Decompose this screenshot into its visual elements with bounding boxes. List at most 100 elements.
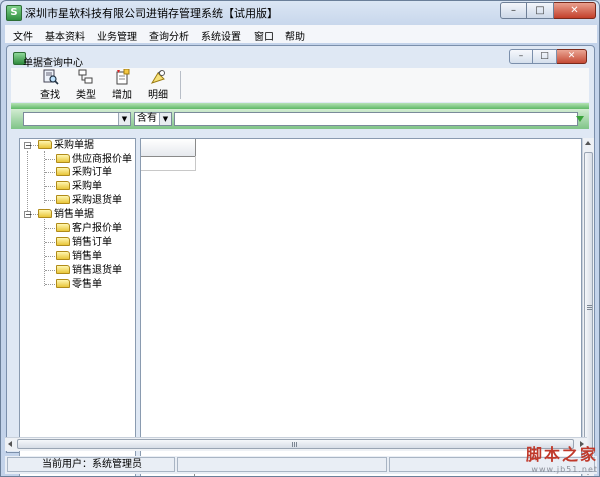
detail-icon xyxy=(150,70,165,84)
menu-system-settings[interactable]: 系统设置 xyxy=(201,28,241,43)
folder-icon xyxy=(56,237,70,246)
watermark-url: www.jb51.net xyxy=(531,465,598,474)
tree-node-label: 客户报价单 xyxy=(72,223,122,234)
document-grid[interactable] xyxy=(140,138,582,476)
tree-node-sales-bill[interactable]: 销售单 xyxy=(56,250,102,263)
tree-node-label: 销售订单 xyxy=(72,237,112,248)
detail-label: 明细 xyxy=(148,90,168,101)
add-button[interactable]: 增加 xyxy=(107,69,137,101)
folder-icon xyxy=(56,223,70,232)
grip-icon xyxy=(587,307,592,308)
tree-node-label: 采购订单 xyxy=(72,167,112,178)
status-pane xyxy=(177,457,387,472)
find-button[interactable]: 查找 xyxy=(35,69,65,101)
add-label: 增加 xyxy=(112,90,132,101)
grid-cell[interactable] xyxy=(141,156,196,171)
tree-node-label: 销售退货单 xyxy=(72,265,122,276)
grid-header-cell[interactable] xyxy=(141,139,196,157)
main-window: S 深圳市星软科技有限公司进销存管理系统【试用版】 – □ ✕ 文件 基本资料 … xyxy=(0,0,600,477)
menu-help[interactable]: 帮助 xyxy=(285,28,305,43)
tree-node-sales-return[interactable]: 销售退货单 xyxy=(56,264,122,277)
tree-line xyxy=(31,214,38,215)
tree-line xyxy=(45,270,55,271)
search-value-input[interactable] xyxy=(174,112,578,126)
vertical-scrollbar[interactable] xyxy=(582,138,594,476)
toolbar: 查找 类型 增加 明细 xyxy=(11,68,589,102)
tree-line xyxy=(45,228,55,229)
find-label: 查找 xyxy=(40,90,60,101)
menu-basic-data[interactable]: 基本资料 xyxy=(45,28,85,43)
menu-business[interactable]: 业务管理 xyxy=(97,28,137,43)
type-label: 类型 xyxy=(76,90,96,101)
folder-icon xyxy=(56,251,70,260)
tree-line xyxy=(45,256,55,257)
tree-node-label: 销售单据 xyxy=(54,209,94,220)
operator-select[interactable]: 含有 ▼ xyxy=(134,112,172,126)
tree-node-purchase-order[interactable]: 采购订单 xyxy=(56,166,112,179)
detail-button[interactable]: 明细 xyxy=(143,69,173,101)
grip-icon xyxy=(292,442,293,447)
type-button[interactable]: 类型 xyxy=(71,69,101,101)
expander-purchase[interactable]: − xyxy=(24,142,32,150)
tree-line xyxy=(45,172,55,173)
go-arrow-icon[interactable] xyxy=(576,116,584,122)
maximize-button[interactable]: □ xyxy=(527,2,554,19)
scroll-up-icon[interactable] xyxy=(585,141,591,145)
chevron-down-icon[interactable]: ▼ xyxy=(118,113,130,125)
tree-node-label: 供应商报价单 xyxy=(72,154,132,165)
horizontal-scroll-thumb[interactable] xyxy=(17,439,574,449)
document-query-window: 单据查询中心 – □ ✕ 查找 类型 增加 明细 ▼ 含有 ▼ − 采购单据 供… xyxy=(6,45,595,476)
tree-node-label: 销售单 xyxy=(72,251,102,262)
grip-icon xyxy=(587,309,592,310)
tree-node-purchase-bill[interactable]: 采购单 xyxy=(56,180,102,193)
title-bar[interactable]: S 深圳市星软科技有限公司进销存管理系统【试用版】 – □ ✕ xyxy=(1,1,599,23)
tree-node-customer-quote[interactable]: 客户报价单 xyxy=(56,222,122,235)
close-button[interactable]: ✕ xyxy=(554,2,596,19)
child-title-bar[interactable]: 单据查询中心 xyxy=(13,48,213,69)
grip-icon xyxy=(587,305,592,306)
document-type-tree[interactable]: − 采购单据 供应商报价单 采购订单 采购单 采购退货单 − 销售单据 客户报价… xyxy=(19,138,136,476)
menu-file[interactable]: 文件 xyxy=(13,28,33,43)
tree-line xyxy=(45,242,55,243)
tree-node-sales-docs[interactable]: 销售单据 xyxy=(38,208,94,221)
folder-open-icon xyxy=(38,209,52,218)
folder-icon xyxy=(56,181,70,190)
child-minimize-button[interactable]: – xyxy=(509,49,533,64)
tree-node-purchase-return[interactable]: 采购退货单 xyxy=(56,194,122,207)
app-icon: S xyxy=(6,5,22,21)
chevron-down-icon[interactable]: ▼ xyxy=(159,113,171,125)
type-icon xyxy=(78,69,93,84)
tree-node-label: 采购单据 xyxy=(54,140,94,151)
status-current-user: 当前用户：系统管理员 xyxy=(7,457,175,472)
tree-node-purchase-docs[interactable]: 采购单据 xyxy=(38,139,94,152)
tree-line xyxy=(45,159,55,160)
folder-icon xyxy=(56,154,70,163)
folder-open-icon xyxy=(38,140,52,149)
watermark-logo: 脚本之家 www.jb51.net xyxy=(498,441,598,474)
operator-select-value: 含有 xyxy=(137,113,157,124)
tree-line xyxy=(31,145,38,146)
add-icon xyxy=(116,69,130,85)
app-title: 深圳市星软科技有限公司进销存管理系统【试用版】 xyxy=(25,7,278,20)
tree-node-supplier-quote[interactable]: 供应商报价单 xyxy=(56,153,132,166)
child-close-button[interactable]: ✕ xyxy=(557,49,587,64)
tree-line xyxy=(45,186,55,187)
minimize-button[interactable]: – xyxy=(500,2,527,19)
tree-node-retail[interactable]: 零售单 xyxy=(56,278,102,291)
menu-query-analysis[interactable]: 查询分析 xyxy=(149,28,189,43)
tree-node-sales-order[interactable]: 销售订单 xyxy=(56,236,112,249)
child-window-title: 单据查询中心 xyxy=(23,58,83,69)
tree-line xyxy=(44,219,45,286)
scroll-left-icon[interactable] xyxy=(8,441,12,447)
grip-icon xyxy=(296,442,297,447)
vertical-scroll-thumb[interactable] xyxy=(584,152,593,464)
child-maximize-button[interactable]: □ xyxy=(533,49,557,64)
filter-bar: ▼ 含有 ▼ xyxy=(11,109,589,129)
menu-bar: 文件 基本资料 业务管理 查询分析 系统设置 窗口 帮助 xyxy=(5,25,597,43)
folder-icon xyxy=(56,279,70,288)
tree-line xyxy=(45,200,55,201)
expander-sales[interactable]: − xyxy=(24,211,32,219)
grip-icon xyxy=(294,442,295,447)
menu-window[interactable]: 窗口 xyxy=(254,28,274,43)
field-select[interactable]: ▼ xyxy=(23,112,131,126)
